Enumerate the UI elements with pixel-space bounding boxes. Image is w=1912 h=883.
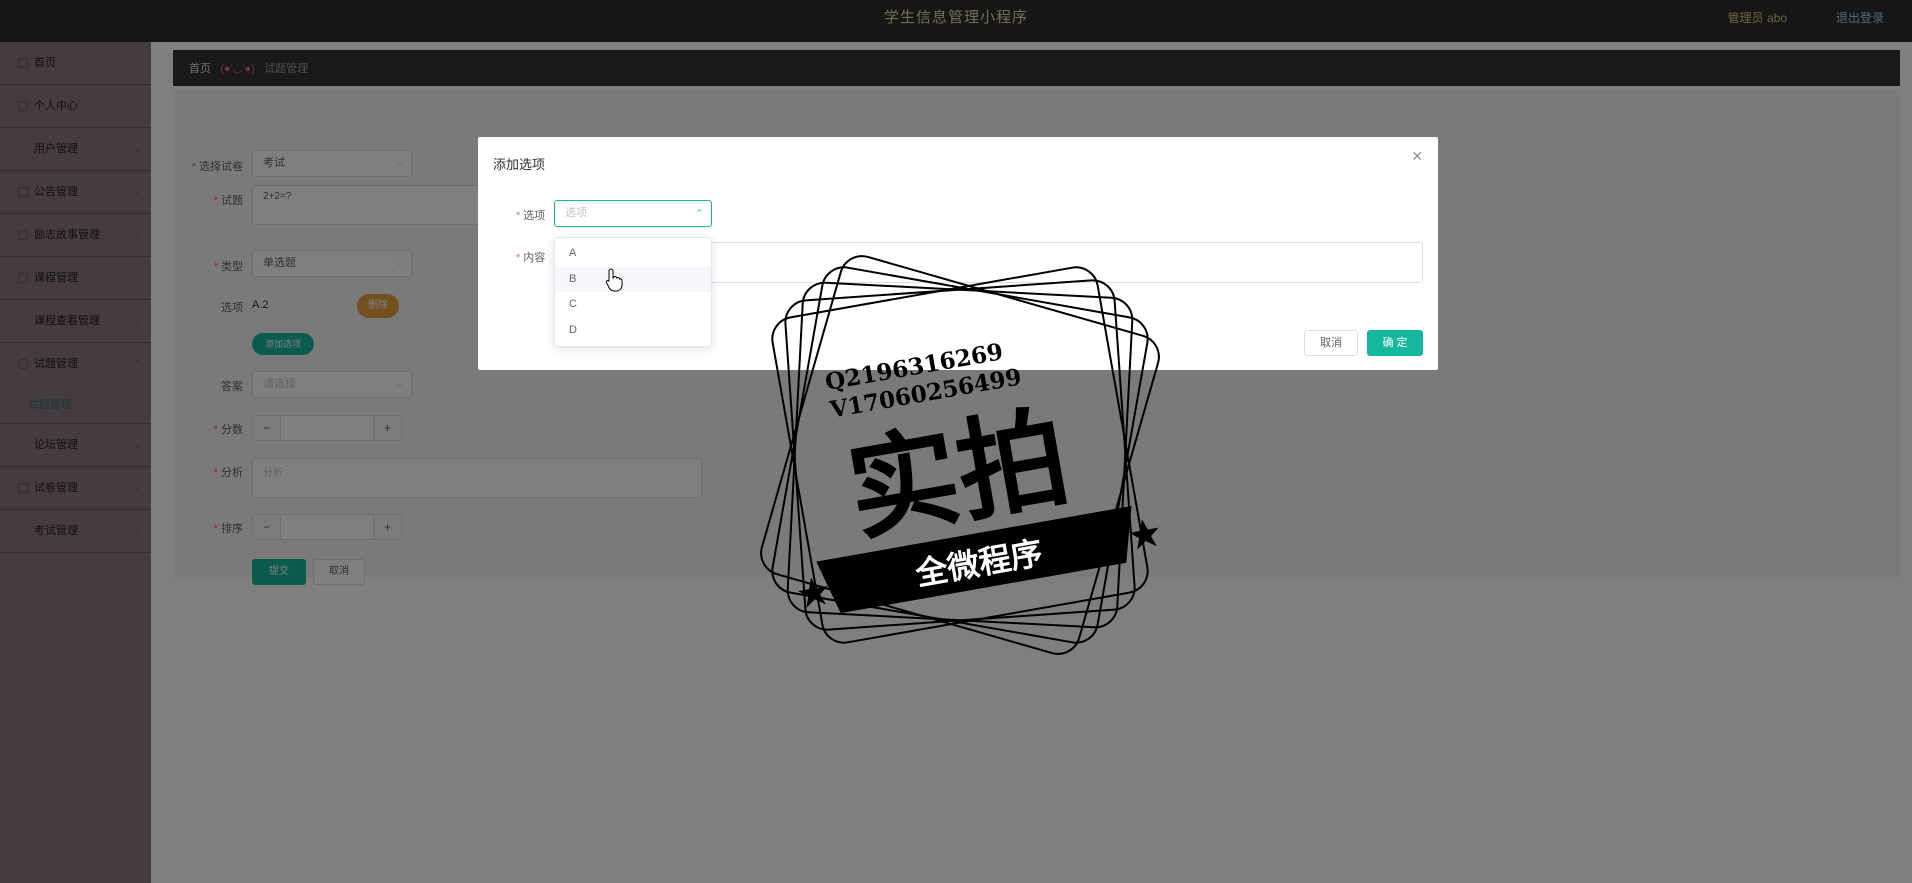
dropdown-option[interactable]: A	[555, 241, 711, 267]
dialog-confirm-button[interactable]: 确 定	[1367, 330, 1423, 356]
option-select[interactable]: 选项 ⌃	[554, 200, 712, 227]
dialog-title: 添加选项	[493, 157, 546, 172]
dialog-cancel-button[interactable]: 取消	[1304, 330, 1358, 356]
dropdown-option[interactable]: B	[555, 266, 711, 292]
content-label: * 内容	[516, 252, 546, 264]
option-dropdown: A B C D	[554, 237, 712, 347]
hand-cursor-icon	[605, 268, 623, 292]
close-icon[interactable]: ✕	[1411, 148, 1423, 165]
option-select-placeholder: 选项	[565, 207, 587, 219]
watermark-stamp: Q2196316269 V17060256499 实拍 全微程序	[760, 255, 1160, 655]
dropdown-option[interactable]: C	[555, 292, 711, 318]
chevron-up-icon: ⌃	[695, 208, 703, 218]
option-label: * 选项	[516, 210, 546, 222]
dropdown-option[interactable]: D	[555, 318, 711, 344]
